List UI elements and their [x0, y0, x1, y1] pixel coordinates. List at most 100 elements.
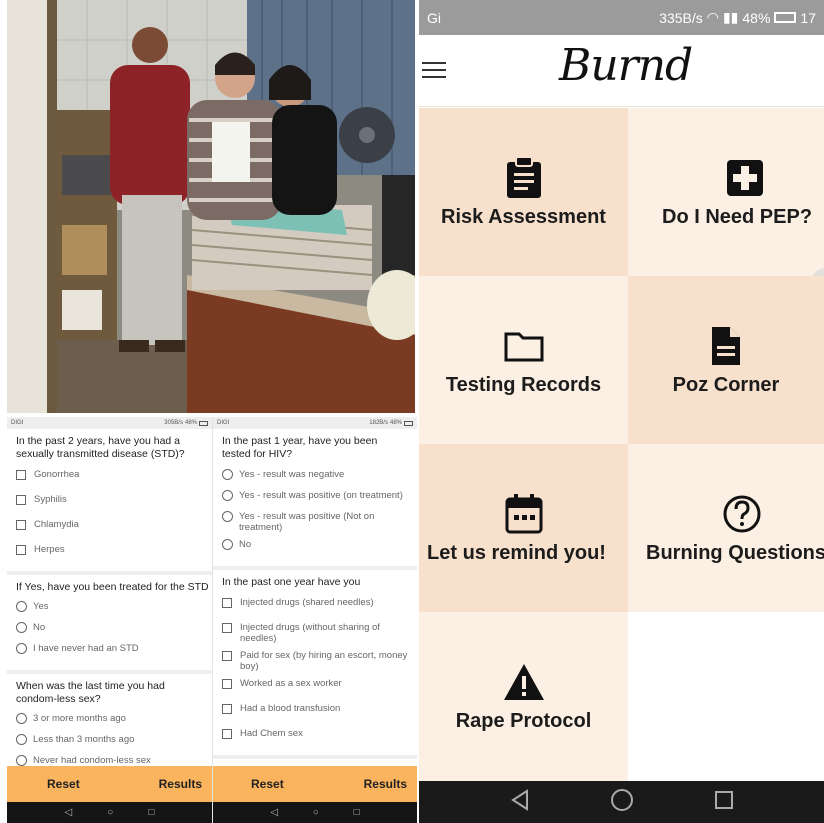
left-phone-screen: DIGI 305B/s 48% In the past 2 years, hav…	[7, 417, 212, 823]
app-header: Burnd	[419, 35, 824, 107]
battery-icon	[404, 420, 413, 426]
empty-tile	[628, 612, 824, 781]
folder-icon	[502, 324, 546, 368]
question: If Yes, have you been treated for the ST…	[7, 571, 212, 596]
radio-button[interactable]	[222, 511, 233, 522]
status-bar: DIGI 305B/s 48%	[7, 417, 212, 429]
checkbox[interactable]	[16, 495, 26, 505]
back-icon[interactable]: ◁	[270, 807, 278, 818]
option-no[interactable]: No	[213, 539, 417, 560]
action-bar: Reset Results	[7, 766, 212, 802]
medical-cross-icon	[723, 156, 767, 200]
recents-icon[interactable]: □	[354, 807, 360, 818]
radio-button[interactable]	[222, 469, 233, 480]
checkbox[interactable]	[222, 598, 232, 608]
back-icon[interactable]: ◁	[65, 807, 73, 818]
app-logo: Burnd	[559, 40, 693, 91]
radio-button[interactable]	[222, 490, 233, 501]
radio-button[interactable]	[16, 601, 27, 612]
radio-button[interactable]	[16, 713, 27, 724]
option-sex-worker[interactable]: Worked as a sex worker	[213, 678, 417, 703]
battery-percent: 48%	[389, 420, 402, 426]
tile-poz-corner[interactable]: Poz Corner	[628, 276, 824, 444]
option-negative[interactable]: Yes - result was negative	[213, 469, 417, 490]
recents-icon[interactable]	[714, 790, 734, 815]
option-positive-treated[interactable]: Yes - result was positive (on treatment)	[213, 490, 417, 511]
checkbox[interactable]	[222, 704, 232, 714]
tile-label: Burning Questions	[646, 541, 824, 564]
back-icon[interactable]	[509, 788, 531, 816]
tile-label: Poz Corner	[672, 373, 780, 396]
tile-label: Testing Records	[445, 373, 602, 396]
home-icon[interactable]	[610, 788, 634, 817]
wifi-icon: ◠	[706, 9, 719, 25]
network-speed: 182B/s	[369, 420, 388, 426]
checkbox[interactable]	[222, 623, 232, 633]
option-unshared-needles[interactable]: Injected drugs (without sharing of needl…	[213, 622, 417, 650]
reset-button[interactable]: Reset	[47, 777, 80, 791]
question-circle-icon	[720, 492, 764, 536]
option-never-std[interactable]: I have never had an STD	[7, 643, 212, 664]
checkbox[interactable]	[16, 470, 26, 480]
question: In the past one year have you	[213, 566, 417, 591]
radio-button[interactable]	[16, 622, 27, 633]
hamburger-menu-icon[interactable]	[422, 62, 446, 80]
option-yes[interactable]: Yes	[7, 601, 212, 622]
option-3-months[interactable]: 3 or more months ago	[7, 713, 212, 734]
android-nav-bar: ◁ ○ □	[7, 802, 212, 823]
recents-icon[interactable]: □	[148, 807, 154, 818]
right-phone-screen: DIGI 182B/s 48% In the past 1 year, have…	[212, 417, 417, 823]
results-button[interactable]: Results	[159, 777, 202, 791]
clipboard-icon	[502, 155, 546, 200]
questionnaire: In the past 2 years, have you had a sexu…	[7, 429, 212, 781]
option-positive-untreated[interactable]: Yes - result was positive (Not on treatm…	[213, 511, 417, 539]
radio-button[interactable]	[16, 734, 27, 745]
battery-icon	[774, 12, 797, 23]
checkbox[interactable]	[222, 651, 232, 661]
carrier-label: DIGI	[11, 420, 24, 426]
tile-do-i-need-pep[interactable]: Do I Need PEP?	[628, 108, 824, 276]
checkbox[interactable]	[16, 545, 26, 555]
home-icon[interactable]: ○	[313, 807, 319, 818]
results-button[interactable]: Results	[364, 777, 407, 791]
status-bar: DIGI 182B/s 48%	[213, 417, 417, 429]
option-chem-sex[interactable]: Had Chem sex	[213, 728, 417, 749]
radio-button[interactable]	[16, 755, 27, 766]
option-blood-transfusion[interactable]: Had a blood transfusion	[213, 703, 417, 728]
tile-burning-questions[interactable]: Burning Questions	[628, 444, 824, 612]
option-herpes[interactable]: Herpes	[7, 544, 212, 565]
option-chlamydia[interactable]: Chlamydia	[7, 519, 212, 544]
option-gonorrhea[interactable]: Gonorrhea	[7, 469, 212, 494]
checkbox[interactable]	[16, 520, 26, 530]
document-icon	[704, 324, 748, 368]
clock: 17	[800, 9, 816, 26]
radio-button[interactable]	[16, 643, 27, 654]
checkbox[interactable]	[222, 679, 232, 689]
composite-screenshot: DIGI 305B/s 48% In the past 2 years, hav…	[0, 0, 824, 823]
burnd-app-screen: Gi 335B/s ◠ ▮▮ 48% 17 Burnd Risk Assessm…	[419, 0, 824, 823]
network-speed: 305B/s	[164, 420, 183, 426]
tile-let-us-remind-you[interactable]: Let us remind you!	[419, 444, 628, 612]
tile-label: Risk Assessment	[441, 205, 606, 228]
option-less-3-months[interactable]: Less than 3 months ago	[7, 734, 212, 755]
option-syphilis[interactable]: Syphilis	[7, 494, 212, 519]
team-photo	[7, 0, 415, 413]
option-shared-needles[interactable]: Injected drugs (shared needles)	[213, 597, 417, 622]
question: In the past 2 years, have you had a sexu…	[16, 435, 185, 460]
radio-button[interactable]	[222, 539, 233, 550]
checkbox[interactable]	[222, 729, 232, 739]
option-no[interactable]: No	[7, 622, 212, 643]
tile-rape-protocol[interactable]: Rape Protocol	[419, 612, 628, 781]
option-paid-for-sex[interactable]: Paid for sex (by hiring an escort, money…	[213, 650, 417, 678]
tile-label: Rape Protocol	[455, 710, 592, 732]
tile-risk-assessment[interactable]: Risk Assessment	[419, 108, 628, 276]
battery-percent: 48%	[742, 9, 771, 26]
action-bar: Reset Results	[213, 766, 417, 802]
warning-icon	[502, 660, 546, 704]
battery-icon	[199, 420, 208, 426]
tile-testing-records[interactable]: Testing Records	[419, 276, 628, 444]
network-speed: 335B/s	[659, 9, 703, 26]
signal-icon: ▮▮	[722, 9, 739, 25]
reset-button[interactable]: Reset	[251, 777, 284, 791]
home-icon[interactable]: ○	[107, 807, 113, 818]
